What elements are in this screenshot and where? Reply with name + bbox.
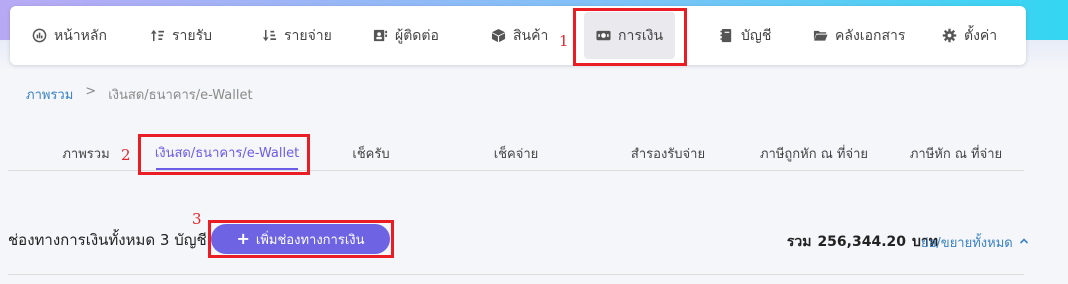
nav-item-finance[interactable]: การเงิน	[584, 12, 676, 59]
nav-item-label: สินค้า	[513, 27, 549, 44]
nav-item-label: ผู้ติดต่อ	[395, 27, 439, 44]
expand-collapse-all-link[interactable]: ย่อ/ขยายทั้งหมด	[921, 232, 1029, 253]
nav-item-label: บัญชี	[741, 27, 772, 44]
finance-tabs: ภาพรวม เงินสด/ธนาคาร/e-Wallet เช็ครับ เช…	[8, 136, 1024, 171]
tab-overview[interactable]: ภาพรวม	[48, 136, 124, 170]
dashboard-icon	[32, 28, 47, 43]
folder-icon	[813, 28, 828, 43]
nav-item-products[interactable]: สินค้า	[491, 6, 548, 65]
breadcrumb: ภาพรวม > เงินสด/ธนาคาร/e-Wallet	[26, 84, 253, 105]
chevron-up-icon	[1019, 235, 1029, 250]
total-label: รวม	[786, 234, 812, 250]
divider	[8, 274, 1024, 275]
tab-cheque-paid[interactable]: เช็คจ่าย	[480, 136, 552, 170]
breadcrumb-separator: >	[85, 84, 97, 99]
add-channel-button[interactable]: + เพิ่มช่องทางการเงิน	[211, 224, 390, 254]
nav-item-label: หน้าหลัก	[54, 27, 107, 44]
sort-icon	[150, 28, 165, 43]
contacts-icon	[373, 28, 388, 43]
tab-cash-bank-ewallet[interactable]: เงินสด/ธนาคาร/e-Wallet	[155, 136, 299, 170]
callout-number: 2	[121, 146, 131, 164]
nav-item-settings[interactable]: ตั้งค่า	[942, 6, 997, 65]
book-icon	[719, 28, 734, 43]
nav-item-contacts[interactable]: ผู้ติดต่อ	[373, 6, 439, 65]
breadcrumb-current: เงินสด/ธนาคาร/e-Wallet	[108, 88, 253, 103]
nav-item-label: การเงิน	[618, 27, 664, 44]
nav-item-accounting[interactable]: บัญชี	[719, 6, 771, 65]
nav-item-label: รายรับ	[172, 27, 212, 44]
money-icon	[596, 28, 611, 43]
breadcrumb-link-overview[interactable]: ภาพรวม	[26, 84, 73, 105]
nav-item-label: รายจ่าย	[284, 27, 332, 44]
nav-item-label: ตั้งค่า	[964, 27, 998, 44]
callout-number: 1	[559, 32, 569, 50]
add-channel-button-label: เพิ่มช่องทางการเงิน	[255, 232, 365, 248]
nav-item-documents[interactable]: คลังเอกสาร	[813, 6, 905, 65]
tab-cheque-received[interactable]: เช็ครับ	[338, 136, 404, 170]
nav-item-expense[interactable]: รายจ่าย	[262, 6, 332, 65]
channels-title: ช่องทางการเงินทั้งหมด 3 บัญชี	[8, 231, 207, 249]
nav-item-home[interactable]: หน้าหลัก	[32, 6, 107, 65]
tab-withholding-tax[interactable]: ภาษีหัก ณ ที่จ่าย	[900, 136, 1012, 170]
nav-item-label: คลังเอกสาร	[835, 27, 906, 44]
callout-number: 3	[192, 210, 202, 228]
total-balance: รวม 256,344.20 บาท	[787, 231, 938, 253]
toggle-label: ย่อ/ขยายทั้งหมด	[921, 236, 1013, 251]
nav-item-income[interactable]: รายรับ	[150, 6, 212, 65]
tab-reserve[interactable]: สำรองรับจ่าย	[616, 136, 720, 170]
gear-icon	[942, 28, 957, 43]
box-icon	[491, 28, 506, 43]
tab-withheld-tax[interactable]: ภาษีถูกหัก ณ ที่จ่าย	[750, 136, 878, 170]
plus-icon: +	[236, 229, 250, 248]
sort-icon	[262, 28, 277, 43]
main-nav: หน้าหลัก รายรับ รายจ่าย ผู้ติดต่อ สินค้า…	[10, 6, 1026, 65]
total-value: 256,344.20	[817, 234, 907, 250]
